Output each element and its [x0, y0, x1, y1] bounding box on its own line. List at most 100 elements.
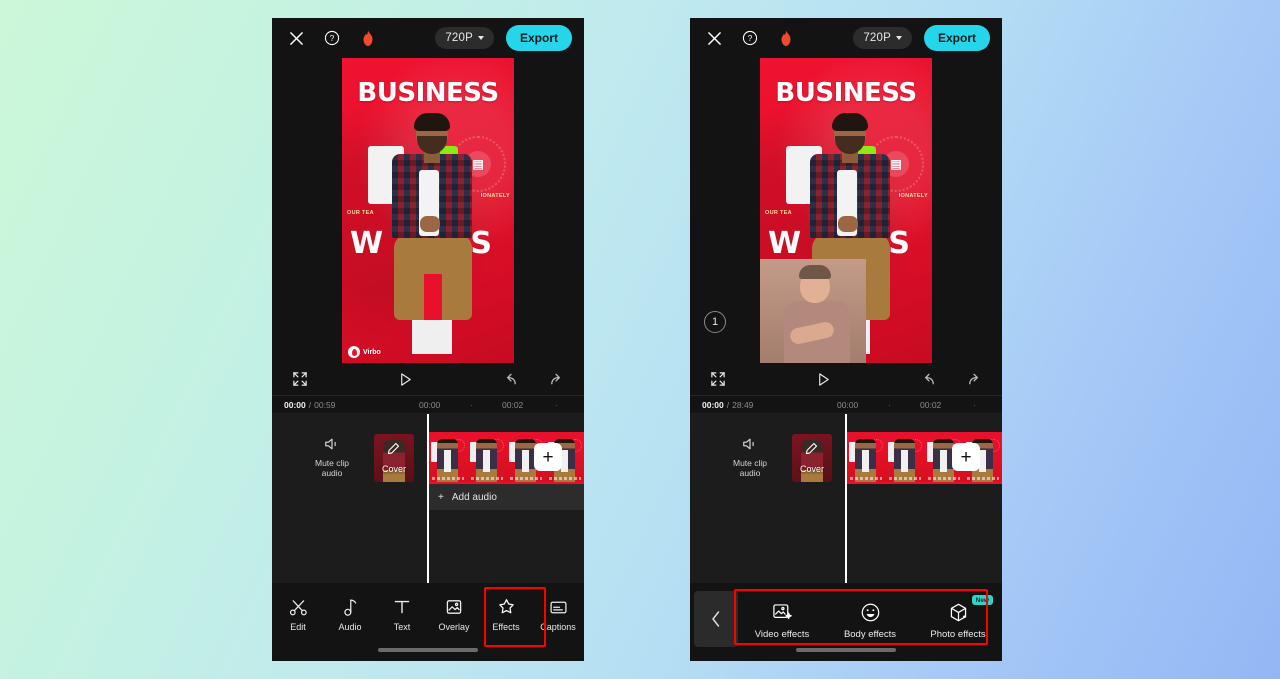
left-bottom-toolbar: Edit Audio Text Overlay Effects Captions	[272, 583, 584, 661]
mute-label-line2: audio	[321, 468, 343, 479]
current-time: 00:00	[284, 399, 306, 410]
new-badge: New	[971, 595, 993, 605]
ruler-tick-2: 00:02	[502, 399, 524, 410]
add-audio-label: Add audio	[451, 491, 497, 503]
tool-label: Text	[393, 622, 411, 632]
mute-clip-audio-button[interactable]: Mute clip audio	[298, 437, 366, 479]
filmstrip-frame	[467, 434, 506, 482]
right-video-preview[interactable]: ▤ BUSINESS IONATELY OUR TEA W S 1	[690, 58, 1002, 363]
play-icon[interactable]	[811, 367, 835, 391]
quality-value: 720P	[445, 32, 473, 44]
overlay-count-badge[interactable]: 1	[704, 311, 726, 333]
playhead[interactable]	[427, 414, 429, 589]
left-top-bar: ? 720P Export	[272, 18, 584, 58]
left-video-preview[interactable]: ▤ BUSINESS IONATELY OUR TEA W S Virbo	[272, 58, 584, 363]
captions-icon	[533, 595, 583, 619]
tool-captions[interactable]: Captions	[533, 595, 583, 632]
cover-thumbnail-button[interactable]: Cover	[374, 434, 414, 482]
add-clip-button[interactable]: +	[534, 443, 562, 471]
quality-selector[interactable]: 720P	[853, 27, 912, 49]
filmstrip-frame	[846, 434, 885, 482]
left-timeline[interactable]: Mute clip audio Cover + + Add audio	[272, 414, 584, 589]
right-timeline[interactable]: Mute clip audio Cover +	[690, 414, 1002, 589]
undo-icon[interactable]	[498, 367, 522, 391]
ruler-dot-2: ·	[973, 399, 976, 410]
mute-label-line1: Mute clip	[732, 457, 767, 468]
body-effects-button[interactable]: Body effects	[831, 599, 909, 640]
help-icon[interactable]: ?	[738, 26, 762, 50]
photo-effects-button[interactable]: New Photo effects	[919, 595, 997, 640]
preview-caption-left: OUR TEA	[765, 210, 792, 216]
left-phone-screen: ? 720P Export ▤ BUSINESS IONATELY OUR TE…	[272, 18, 584, 661]
chevron-down-icon	[477, 36, 484, 40]
overlay-image-icon	[429, 595, 479, 619]
scissors-icon	[273, 595, 323, 619]
tool-text[interactable]: Text	[377, 595, 427, 632]
tool-overlay[interactable]: Overlay	[429, 595, 479, 632]
export-button[interactable]: Export	[505, 25, 572, 51]
undo-icon[interactable]	[916, 367, 940, 391]
total-time: 00:59	[314, 399, 336, 410]
add-clip-button[interactable]: +	[952, 443, 980, 471]
chevron-down-icon	[895, 36, 902, 40]
fullscreen-icon[interactable]	[288, 367, 312, 391]
left-timeline-ruler[interactable]: 00:00 / 00:59 00:00 · 00:02 ·	[272, 396, 584, 414]
quality-value: 720P	[863, 32, 891, 44]
current-time: 00:00	[702, 399, 724, 410]
quality-selector[interactable]: 720P	[435, 27, 494, 49]
preview-canvas: ▤ BUSINESS IONATELY OUR TEA W S Virbo	[342, 58, 514, 363]
speaker-icon	[298, 437, 366, 454]
virbo-watermark: Virbo	[348, 346, 381, 358]
effects-submenu-bar: Video effects Body effects New Photo eff…	[690, 583, 1002, 661]
cover-label: Cover	[799, 464, 824, 474]
playhead[interactable]	[845, 414, 847, 589]
close-icon[interactable]	[284, 26, 308, 50]
video-effects-button[interactable]: Video effects	[743, 599, 821, 640]
help-icon[interactable]: ?	[320, 26, 344, 50]
preview-person-figure	[386, 113, 478, 356]
tool-label: Edit	[290, 622, 306, 632]
text-t-icon	[377, 595, 427, 619]
preview-caption-right: IONATELY	[898, 193, 928, 199]
video-effects-icon	[743, 599, 821, 625]
ruler-tick-1: 00:00	[837, 399, 859, 410]
tool-label: Effects	[492, 622, 520, 632]
add-audio-button[interactable]: + Add audio	[428, 484, 584, 510]
export-button[interactable]: Export	[923, 25, 990, 51]
watermark-text: Virbo	[363, 348, 381, 356]
cover-label: Cover	[381, 464, 406, 474]
smiley-face-icon	[831, 599, 909, 625]
tool-audio[interactable]: Audio	[325, 595, 375, 632]
filmstrip-frame	[885, 434, 924, 482]
cover-thumbnail-button[interactable]: Cover	[792, 434, 832, 482]
music-note-icon	[325, 595, 375, 619]
preview-title-text: BUSINESS	[357, 78, 499, 108]
sparkle-icon	[481, 595, 531, 619]
preview-caption-right: IONATELY	[480, 193, 510, 199]
right-player-controls	[690, 363, 1002, 396]
ruler-dot-2: ·	[555, 399, 558, 410]
tool-edit[interactable]: Edit	[273, 595, 323, 632]
redo-icon[interactable]	[962, 367, 986, 391]
flame-icon[interactable]	[356, 26, 380, 50]
right-timeline-ruler[interactable]: 00:00 / 28:49 00:00 · 00:02 ·	[690, 396, 1002, 414]
preview-canvas: ▤ BUSINESS IONATELY OUR TEA W S	[760, 58, 932, 363]
mute-clip-audio-button[interactable]: Mute clip audio	[716, 437, 784, 479]
svg-text:?: ?	[748, 34, 753, 43]
play-icon[interactable]	[393, 367, 417, 391]
virbo-logo-icon	[348, 346, 360, 358]
total-time: 28:49	[732, 399, 754, 410]
fullscreen-icon[interactable]	[706, 367, 730, 391]
preview-big-word-left: W	[350, 226, 384, 261]
back-button[interactable]	[694, 591, 738, 647]
overlay-clip-person[interactable]	[760, 259, 866, 363]
redo-icon[interactable]	[544, 367, 568, 391]
ruler-dot-1: ·	[470, 399, 473, 410]
left-player-controls	[272, 363, 584, 396]
tool-label: Audio	[338, 622, 362, 632]
tool-effects[interactable]: Effects	[481, 595, 531, 632]
flame-icon[interactable]	[774, 26, 798, 50]
close-icon[interactable]	[702, 26, 726, 50]
svg-text:?: ?	[330, 34, 335, 43]
preview-big-word-left: W	[768, 226, 802, 261]
